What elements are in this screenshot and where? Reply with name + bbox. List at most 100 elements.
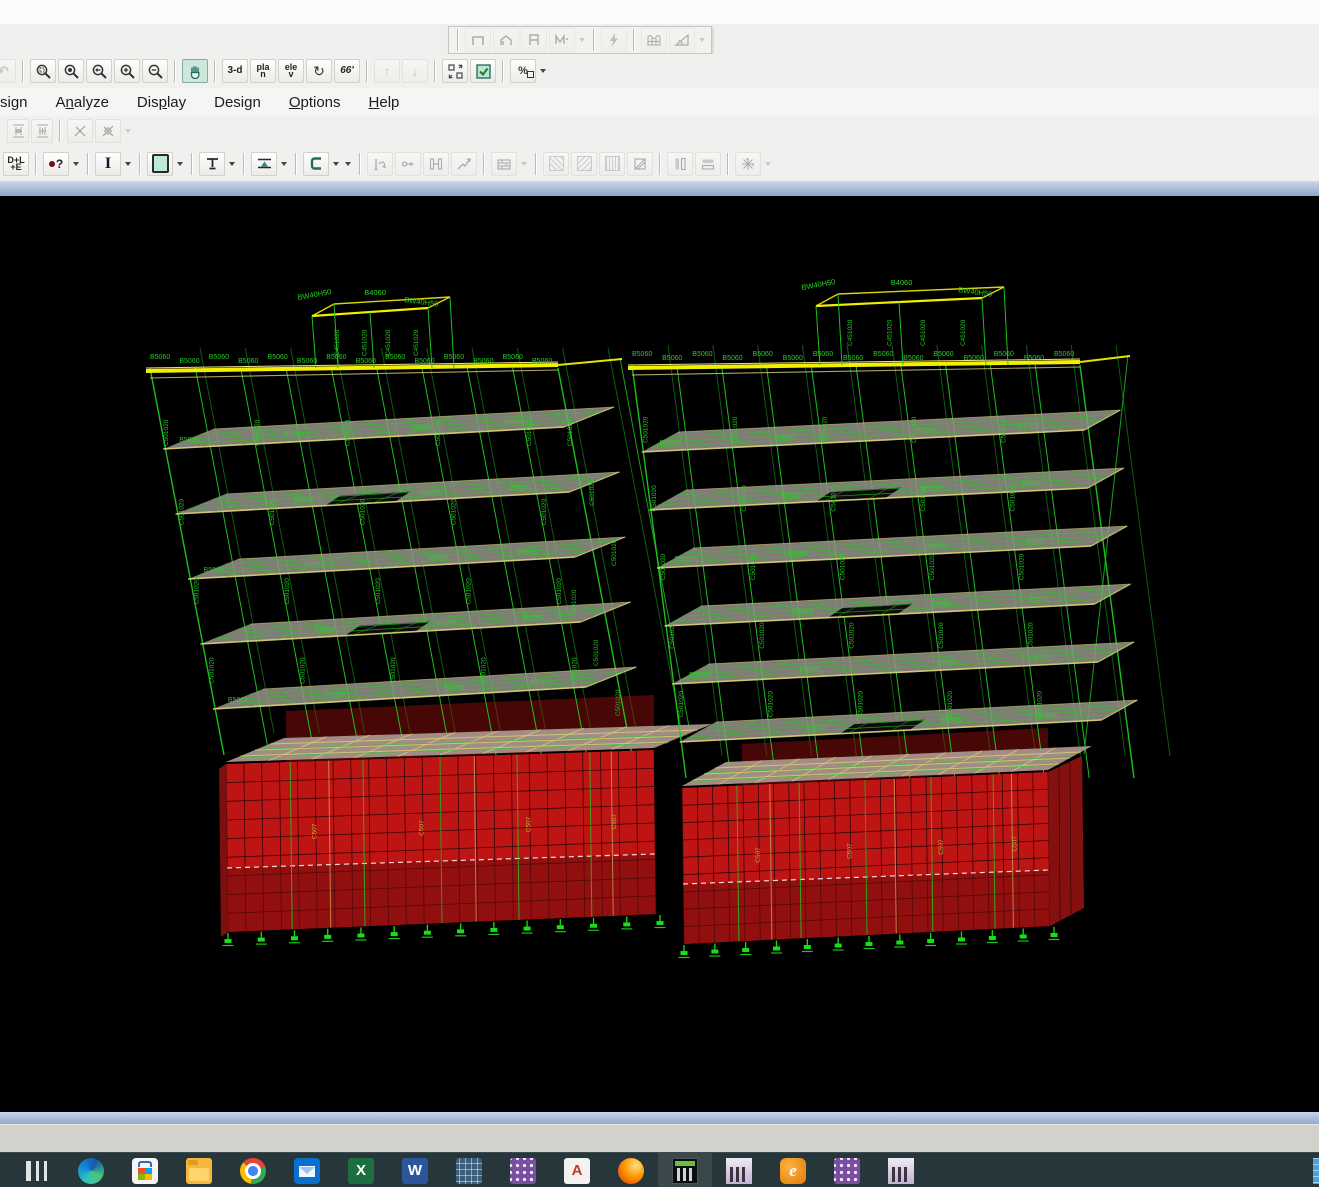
zoom-in-button[interactable] <box>114 59 140 83</box>
shear-wall-a-button[interactable] <box>543 152 569 176</box>
beam-column-button[interactable] <box>423 152 449 176</box>
svg-text:C451020: C451020 <box>960 319 967 346</box>
menu-item-assign[interactable]: sign <box>0 90 42 115</box>
steel-joist-design-button[interactable] <box>303 152 329 176</box>
move-up-button[interactable]: ↑ <box>374 59 400 83</box>
zoom-window-button[interactable] <box>30 59 56 83</box>
design-combo-button[interactable]: D+L+E <box>3 152 29 176</box>
perspective-button[interactable]: 66' <box>334 59 360 83</box>
detailing-icon <box>740 156 756 172</box>
chrome-taskbar-slot[interactable] <box>226 1153 280 1187</box>
concrete-frame-design-button[interactable] <box>147 152 173 176</box>
portal-frame-button[interactable] <box>465 28 491 52</box>
autocad-taskbar-slot[interactable]: A <box>550 1153 604 1187</box>
section-cut-dropdown[interactable] <box>125 129 131 133</box>
gable-frame-button[interactable] <box>493 28 519 52</box>
etabs-e-taskbar-slot[interactable]: e <box>766 1153 820 1187</box>
wall-stack-dropdown[interactable] <box>521 162 527 166</box>
structural-app-taskbar-slot[interactable] <box>712 1153 766 1187</box>
move-down-button[interactable]: ↓ <box>402 59 428 83</box>
composite-beam-design-button[interactable] <box>199 152 225 176</box>
steel-frame-design-button[interactable]: I <box>95 152 121 176</box>
design-info-dropdown[interactable] <box>73 162 79 166</box>
store-taskbar-slot[interactable] <box>118 1153 172 1187</box>
lateral-bracing-button[interactable] <box>451 152 477 176</box>
display-design-info-button[interactable]: ? <box>43 152 69 176</box>
excel-taskbar-slot[interactable]: X <box>334 1153 388 1187</box>
waffle-slab-button[interactable] <box>641 28 667 52</box>
view-elevation-button[interactable]: elev <box>278 59 304 83</box>
ramp-button[interactable] <box>669 28 695 52</box>
zoom-out-button[interactable] <box>142 59 168 83</box>
story-data-a-button[interactable] <box>7 119 29 143</box>
view-plan-button[interactable]: plan <box>250 59 276 83</box>
svg-text:B5060: B5060 <box>504 419 524 426</box>
braced-frame-button[interactable] <box>549 28 575 52</box>
svg-text:C501020: C501020 <box>375 578 382 605</box>
concrete-frame-design-dropdown[interactable] <box>177 162 183 166</box>
waffle-slab-icon <box>646 32 662 48</box>
shear-wall-d-button[interactable] <box>627 152 653 176</box>
svg-text:B5060: B5060 <box>873 351 893 358</box>
task-view-icon <box>26 1161 48 1181</box>
steel-joist-design-dropdown[interactable] <box>333 162 339 166</box>
shear-wall-b-button[interactable] <box>571 152 597 176</box>
composite-column-design-dropdown[interactable] <box>281 162 287 166</box>
object-shrink-dropdown[interactable] <box>540 69 546 73</box>
menu-item-help[interactable]: Help <box>355 90 414 115</box>
separator <box>434 60 436 82</box>
menu-item-options[interactable]: Options <box>275 90 355 115</box>
structural-app-2-taskbar-slot[interactable] <box>874 1153 928 1187</box>
slab-templates-dropdown[interactable] <box>699 38 705 42</box>
menu-item-design[interactable]: Design <box>200 90 275 115</box>
shrink-objects-button[interactable] <box>442 59 468 83</box>
shear-wall-c-button[interactable] <box>599 152 625 176</box>
display-options-button[interactable] <box>470 59 496 83</box>
edge-partial-icon[interactable] <box>1313 1158 1319 1184</box>
composite-column-design-button[interactable] <box>251 152 277 176</box>
section-cut-b-button[interactable] <box>95 119 121 143</box>
model-viewport-3d[interactable]: B5060B5060B5060B5060B5060B5060B5060B5060… <box>0 196 1319 1112</box>
etabs-taskbar-slot[interactable] <box>658 1153 712 1187</box>
menu-item-analyze[interactable]: Analyze <box>42 90 123 115</box>
detailing-dropdown[interactable] <box>765 162 771 166</box>
detailing-button[interactable] <box>735 152 761 176</box>
more-design-dropdown[interactable] <box>345 162 351 166</box>
svg-text:C501020: C501020 <box>284 578 291 605</box>
svg-text:C501020: C501020 <box>1028 622 1035 649</box>
rotate-view-button[interactable]: ↻ <box>306 59 332 83</box>
edge-taskbar-slot[interactable] <box>64 1153 118 1187</box>
grid-app-taskbar-slot[interactable] <box>496 1153 550 1187</box>
menu-item-display[interactable]: Display <box>123 90 200 115</box>
story-data-b-button[interactable] <box>31 119 53 143</box>
object-shrink-toggle-button[interactable]: % <box>510 59 536 83</box>
hinge-button[interactable] <box>395 152 421 176</box>
beam-arrow-button[interactable] <box>367 152 393 176</box>
multistory-frame-button[interactable] <box>521 28 547 52</box>
view-3d-button[interactable]: 3-d <box>222 59 248 83</box>
undo-button[interactable]: ↶ <box>0 59 16 83</box>
wall-stack-button[interactable] <box>491 152 517 176</box>
word-taskbar-slot[interactable]: W <box>388 1153 442 1187</box>
zoom-previous-button[interactable] <box>86 59 112 83</box>
pan-button[interactable] <box>182 59 208 83</box>
composite-beam-design-dropdown[interactable] <box>229 162 235 166</box>
calculator-taskbar-slot[interactable] <box>442 1153 496 1187</box>
grid-app-2-taskbar-slot[interactable] <box>820 1153 874 1187</box>
section-cut-a-button[interactable] <box>67 119 93 143</box>
task-view-taskbar-slot[interactable] <box>10 1153 64 1187</box>
steel-frame-design-dropdown[interactable] <box>125 162 131 166</box>
svg-text:C501020: C501020 <box>615 689 622 716</box>
zoom-window-icon <box>35 63 52 80</box>
firefox-taskbar-slot[interactable] <box>604 1153 658 1187</box>
run-analysis-button[interactable] <box>601 28 627 52</box>
svg-text:B5060: B5060 <box>517 549 537 556</box>
mail-taskbar-slot[interactable] <box>280 1153 334 1187</box>
svg-text:B5060: B5060 <box>1022 480 1042 487</box>
slab-strips-button[interactable] <box>695 152 721 176</box>
svg-text:B5060: B5060 <box>662 355 682 362</box>
zoom-full-button[interactable] <box>58 59 84 83</box>
column-pair-button[interactable] <box>667 152 693 176</box>
frame-templates-dropdown[interactable] <box>579 38 585 42</box>
explorer-taskbar-slot[interactable] <box>172 1153 226 1187</box>
